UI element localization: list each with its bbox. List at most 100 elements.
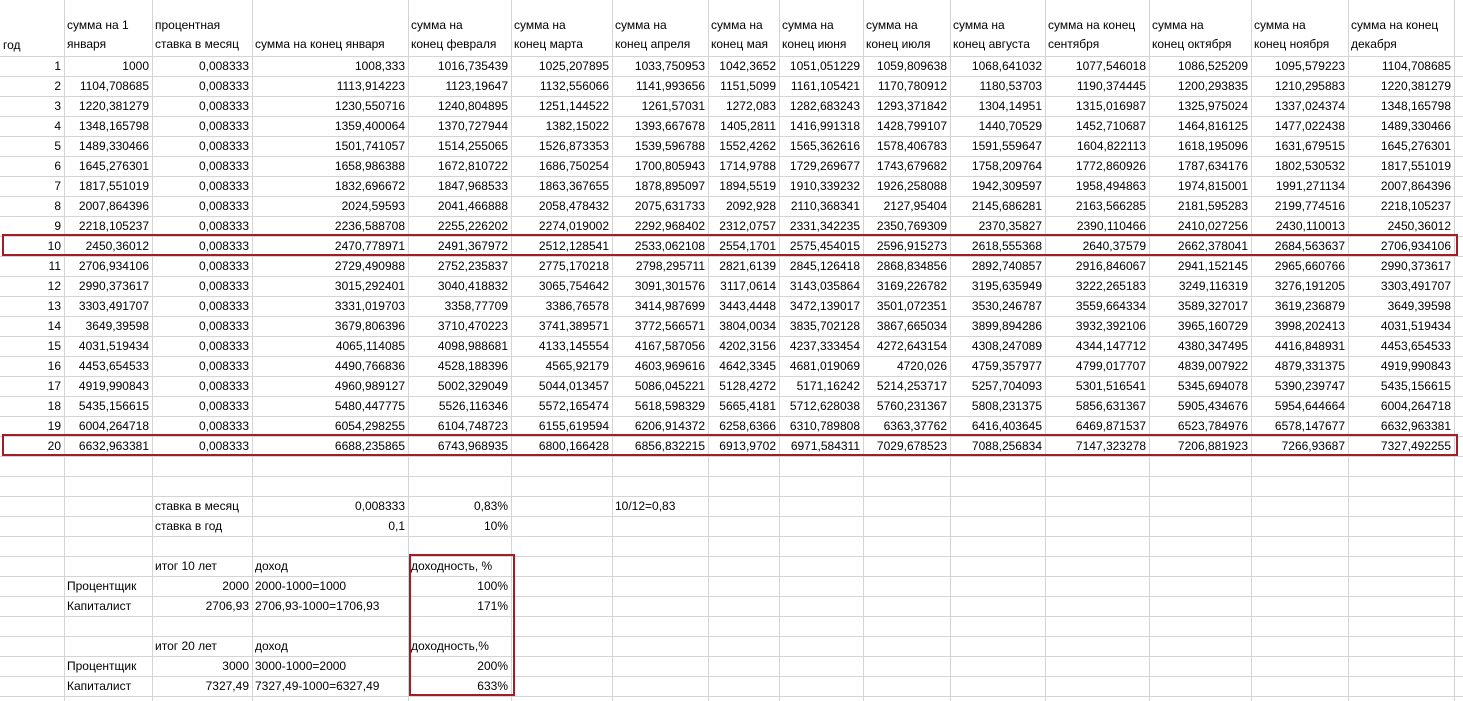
month-end-cell[interactable]: 7266,93687 xyxy=(1251,436,1348,456)
month-end-cell[interactable]: 1059,809638 xyxy=(863,56,950,76)
month-end-cell[interactable]: 6258,6366 xyxy=(708,416,779,436)
year-cell[interactable]: 3 xyxy=(0,96,64,116)
month-end-cell[interactable]: 1991,271134 xyxy=(1251,176,1348,196)
start-amount-cell[interactable]: 2450,36012 xyxy=(64,236,152,256)
month-end-cell[interactable]: 6004,264718 xyxy=(1348,396,1454,416)
start-amount-cell[interactable]: 1645,276301 xyxy=(64,156,152,176)
year-cell[interactable]: 19 xyxy=(0,416,64,436)
header-jun-line2[interactable]: конец июня xyxy=(779,35,863,54)
month-end-cell[interactable]: 3679,806396 xyxy=(252,316,408,336)
start-amount-cell[interactable]: 4453,654533 xyxy=(64,356,152,376)
month-end-cell[interactable]: 2092,928 xyxy=(708,196,779,216)
rate-cell[interactable]: 0,008333 xyxy=(152,396,252,416)
month-end-cell[interactable]: 3117,0614 xyxy=(708,276,779,296)
month-end-cell[interactable]: 5905,434676 xyxy=(1149,396,1251,416)
month-end-cell[interactable]: 2199,774516 xyxy=(1251,196,1348,216)
month-end-cell[interactable]: 5301,516541 xyxy=(1045,376,1149,396)
month-end-cell[interactable]: 2218,105237 xyxy=(1348,196,1454,216)
year-cell[interactable]: 15 xyxy=(0,336,64,356)
capitalist-20-income[interactable]: 7327,49-1000=6327,49 xyxy=(252,676,408,696)
header-mar-line1[interactable]: сумма на xyxy=(511,16,612,35)
month-end-cell[interactable]: 2292,968402 xyxy=(612,216,708,236)
capitalist-10-total[interactable]: 2706,93 xyxy=(152,596,252,616)
rate-month-pct[interactable]: 0,83% xyxy=(408,496,511,516)
header-sep-line1[interactable]: сумма на конец xyxy=(1045,16,1149,35)
start-amount-cell[interactable]: 4919,990843 xyxy=(64,376,152,396)
yield-20-label[interactable]: доходность,% xyxy=(408,636,511,656)
month-end-cell[interactable]: 3710,470223 xyxy=(408,316,511,336)
start-amount-cell[interactable]: 2706,934106 xyxy=(64,256,152,276)
rate-cell[interactable]: 0,008333 xyxy=(152,356,252,376)
year-cell[interactable]: 20 xyxy=(0,436,64,456)
rate-cell[interactable]: 0,008333 xyxy=(152,236,252,256)
month-end-cell[interactable]: 4202,3156 xyxy=(708,336,779,356)
month-end-cell[interactable]: 1251,144522 xyxy=(511,96,612,116)
month-end-cell[interactable]: 6469,871537 xyxy=(1045,416,1149,436)
month-end-cell[interactable]: 6856,832215 xyxy=(612,436,708,456)
month-end-cell[interactable]: 1958,494863 xyxy=(1045,176,1149,196)
month-end-cell[interactable]: 3249,116319 xyxy=(1149,276,1251,296)
month-end-cell[interactable]: 5390,239747 xyxy=(1251,376,1348,396)
month-end-cell[interactable]: 1293,371842 xyxy=(863,96,950,116)
month-end-cell[interactable]: 4272,643154 xyxy=(863,336,950,356)
header-jul-line1[interactable]: сумма на xyxy=(863,16,950,35)
month-end-cell[interactable]: 5954,644664 xyxy=(1251,396,1348,416)
month-end-cell[interactable]: 2331,342235 xyxy=(779,216,863,236)
month-end-cell[interactable]: 5712,628038 xyxy=(779,396,863,416)
month-end-cell[interactable]: 2236,588708 xyxy=(252,216,408,236)
rate-cell[interactable]: 0,008333 xyxy=(152,296,252,316)
start-amount-cell[interactable]: 4031,519434 xyxy=(64,336,152,356)
start-amount-cell[interactable]: 6632,963381 xyxy=(64,436,152,456)
month-end-cell[interactable]: 1539,596788 xyxy=(612,136,708,156)
lender-20-name[interactable]: Процентщик xyxy=(64,656,152,676)
rate-year-pct[interactable]: 10% xyxy=(408,516,511,536)
month-end-cell[interactable]: 5856,631367 xyxy=(1045,396,1149,416)
month-end-cell[interactable]: 2312,0757 xyxy=(708,216,779,236)
header-oct-line1[interactable]: сумма на xyxy=(1149,16,1251,35)
month-end-cell[interactable]: 3741,389571 xyxy=(511,316,612,336)
month-end-cell[interactable]: 2575,454015 xyxy=(779,236,863,256)
month-end-cell[interactable]: 3998,202413 xyxy=(1251,316,1348,336)
header-apr-line1[interactable]: сумма на xyxy=(612,16,708,35)
month-end-cell[interactable]: 2410,027256 xyxy=(1149,216,1251,236)
month-end-cell[interactable]: 1180,53703 xyxy=(950,76,1045,96)
month-end-cell[interactable]: 1802,530532 xyxy=(1251,156,1348,176)
month-end-cell[interactable]: 1578,406783 xyxy=(863,136,950,156)
rate-cell[interactable]: 0,008333 xyxy=(152,316,252,336)
month-end-cell[interactable]: 2163,566285 xyxy=(1045,196,1149,216)
rate-cell[interactable]: 0,008333 xyxy=(152,136,252,156)
start-amount-cell[interactable]: 2990,373617 xyxy=(64,276,152,296)
month-end-cell[interactable]: 1025,207895 xyxy=(511,56,612,76)
month-end-cell[interactable]: 3835,702128 xyxy=(779,316,863,336)
month-end-cell[interactable]: 2990,373617 xyxy=(1348,256,1454,276)
month-end-cell[interactable]: 3443,4448 xyxy=(708,296,779,316)
month-end-cell[interactable]: 7206,881923 xyxy=(1149,436,1251,456)
month-end-cell[interactable]: 1743,679682 xyxy=(863,156,950,176)
month-end-cell[interactable]: 1787,634176 xyxy=(1149,156,1251,176)
month-end-cell[interactable]: 5760,231367 xyxy=(863,396,950,416)
header-jul-line2[interactable]: конец июля xyxy=(863,35,950,54)
header-jun-line1[interactable]: сумма на xyxy=(779,16,863,35)
month-end-cell[interactable]: 1672,810722 xyxy=(408,156,511,176)
header-start-line2[interactable]: января xyxy=(64,35,152,54)
rate-cell[interactable]: 0,008333 xyxy=(152,336,252,356)
month-end-cell[interactable]: 1190,374445 xyxy=(1045,76,1149,96)
month-end-cell[interactable]: 5808,231375 xyxy=(950,396,1045,416)
month-end-cell[interactable]: 4879,331375 xyxy=(1251,356,1348,376)
month-end-cell[interactable]: 3559,664334 xyxy=(1045,296,1149,316)
rate-cell[interactable]: 0,008333 xyxy=(152,176,252,196)
rate-cell[interactable]: 0,008333 xyxy=(152,376,252,396)
month-end-cell[interactable]: 4799,017707 xyxy=(1045,356,1149,376)
month-end-cell[interactable]: 4133,145554 xyxy=(511,336,612,356)
month-end-cell[interactable]: 3899,894286 xyxy=(950,316,1045,336)
header-dec-line2[interactable]: декабря xyxy=(1348,35,1454,54)
month-end-cell[interactable]: 2127,95404 xyxy=(863,196,950,216)
capitalist-10-name[interactable]: Капиталист xyxy=(64,596,152,616)
month-end-cell[interactable]: 1170,780912 xyxy=(863,76,950,96)
month-end-cell[interactable]: 6155,619594 xyxy=(511,416,612,436)
month-end-cell[interactable]: 1132,556066 xyxy=(511,76,612,96)
month-end-cell[interactable]: 2868,834856 xyxy=(863,256,950,276)
month-end-cell[interactable]: 3867,665034 xyxy=(863,316,950,336)
month-end-cell[interactable]: 4839,007922 xyxy=(1149,356,1251,376)
start-amount-cell[interactable]: 5435,156615 xyxy=(64,396,152,416)
